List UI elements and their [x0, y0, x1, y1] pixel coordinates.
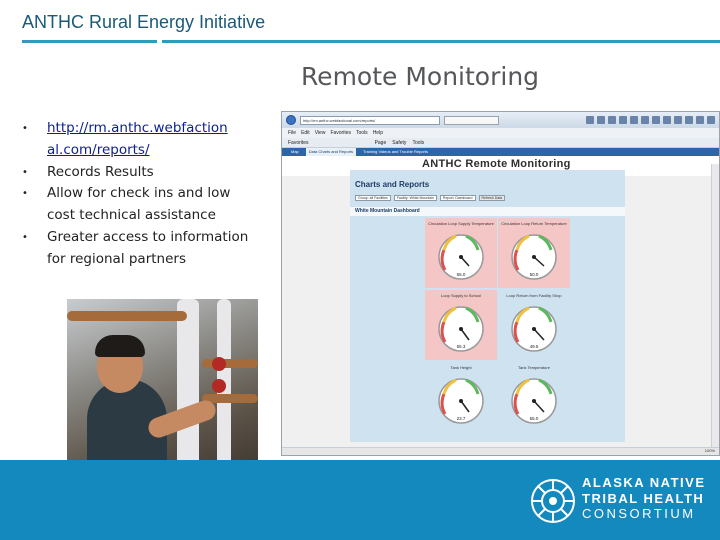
toolbar-icon [674, 116, 682, 124]
gauge-reading: 55.3 [456, 344, 466, 349]
menu-item: Favorites [330, 130, 351, 136]
toolbar-icon [652, 116, 660, 124]
technician-photo [67, 299, 258, 480]
browser-command-bar: Favorites Page Safety Tools [282, 138, 719, 148]
section-title: Charts and Reports [355, 180, 430, 189]
bullet-list: • http://rm.anthc.webfaction al.com/repo… [22, 118, 262, 271]
bullet-text: Records Results [47, 163, 154, 180]
browser-menu-bar: File Edit View Favorites Tools Help [282, 128, 719, 138]
browser-tab [444, 115, 499, 125]
bullet-text: Greater access to information for region… [47, 228, 249, 267]
site-nav-tabs: Map Data Charts and Reports Training Vid… [282, 148, 719, 156]
group-select: Group: all Facilities [355, 195, 391, 201]
zoom-level: 100% [704, 448, 715, 453]
tab-map: Map [291, 149, 299, 154]
header-title: ANTHC Rural Energy Initiative [22, 12, 266, 32]
toolbar-icon [597, 116, 605, 124]
header-divider [22, 40, 720, 43]
gauge-label: Circulation Loop Supply Temperature [428, 221, 494, 226]
site-title: ANTHC Remote Monitoring [422, 158, 571, 170]
menu-item: Edit [301, 130, 310, 136]
menu-item: Help [372, 130, 383, 136]
toolbar-icon [641, 116, 649, 124]
slide-title: Remote Monitoring [300, 62, 540, 91]
dashboard-page: Charts and Reports Group: all Facilities… [350, 170, 625, 442]
toolbar-icon [696, 116, 704, 124]
address-field: http://rm.anthc.webfactional.com/reports… [300, 115, 440, 125]
browser-toolbar-icons [586, 116, 719, 124]
menu-item: View [314, 130, 326, 136]
toolbar-icon [586, 116, 594, 124]
toolbar-icon [707, 116, 715, 124]
gauge-panel: Circulation Loop Return Temperature 50.0 [498, 218, 570, 288]
bullet-item: • http://rm.anthc.webfaction al.com/repo… [22, 118, 262, 162]
logo-line: ALASKA NATIVE [582, 475, 706, 490]
bullet-item: • Records Results [22, 162, 262, 184]
menu-item: Tools [356, 130, 368, 136]
gauge-reading: 23.7 [456, 416, 466, 421]
refresh-button: Refresh Data [478, 195, 506, 201]
command-item: Favorites [288, 140, 309, 146]
tab-training: Training Videos and Trouble Reports [363, 149, 428, 154]
menu-item: File [288, 130, 297, 136]
gauge-panel: Tank Height 23.7 [425, 362, 497, 432]
back-icon [286, 115, 296, 125]
gauge-label: Loop Supply to School [440, 293, 482, 298]
gauge-reading: 55.0 [529, 416, 539, 421]
report-select: Report: Dashboard [439, 195, 476, 201]
gauge-panel: Loop Supply to School 55.3 [425, 290, 497, 360]
toolbar-icon [608, 116, 616, 124]
bullet-icon: • [22, 231, 28, 243]
bullet-icon: • [22, 166, 28, 178]
gauge-reading: 55.0 [456, 272, 466, 277]
pipe [177, 299, 199, 480]
command-item: Page [374, 140, 387, 146]
valve [212, 379, 226, 393]
consortium-logo-icon [531, 479, 575, 523]
command-item: Tools [412, 140, 425, 146]
valve [212, 357, 226, 371]
reports-link[interactable]: http://rm.anthc.webfaction al.com/report… [47, 118, 228, 162]
gauge-panel: Loop Return from Facility Shop 49.5 [498, 290, 570, 360]
bullet-icon: • [22, 123, 28, 134]
browser-status-bar: 100% [282, 447, 719, 455]
toolbar-icon [685, 116, 693, 124]
pipe [67, 311, 187, 321]
report-controls: Group: all Facilities Facility: White Mo… [355, 195, 506, 201]
logo-line: TRIBAL HEALTH [582, 490, 705, 506]
dashboard-title: White Mountain Dashboard [350, 207, 625, 216]
gauge-label: Tank Temperature [518, 365, 550, 370]
tab-charts: Data Charts and Reports [305, 148, 357, 156]
bullet-text: Allow for check ins and low cost technic… [47, 185, 231, 224]
bullet-item: • Allow for check ins and low cost techn… [22, 183, 262, 227]
gauge-label: Loop Return from Facility Shop [506, 293, 562, 298]
gauge-reading: 49.5 [529, 344, 539, 349]
gauge-label: Tank Height [450, 365, 472, 370]
bullet-icon: • [22, 188, 28, 200]
facility-select: Facility: White Mountain [393, 195, 437, 201]
browser-screenshot: http://rm.anthc.webfactional.com/reports… [281, 111, 720, 456]
gauge-panel: Tank Temperature 55.0 [498, 362, 570, 432]
pipe [202, 359, 258, 368]
logo-line: CONSORTIUM [582, 506, 696, 521]
gauge-label: Circulation Loop Return Temperature [501, 221, 567, 226]
command-item: Safety [392, 140, 407, 146]
browser-address-bar: http://rm.anthc.webfactional.com/reports… [282, 112, 719, 128]
consortium-logo-text: ALASKA NATIVE TRIBAL HEALTH CONSORTIUM [582, 475, 706, 522]
toolbar-icon [630, 116, 638, 124]
toolbar-icon [663, 116, 671, 124]
bullet-item: • Greater access to information for regi… [22, 227, 262, 271]
gauge-reading: 50.0 [529, 272, 539, 277]
gauge-panel: Circulation Loop Supply Temperature 55.0 [425, 218, 497, 288]
page-scrollbar [711, 164, 719, 455]
technician-hair [95, 335, 145, 357]
toolbar-icon [619, 116, 627, 124]
